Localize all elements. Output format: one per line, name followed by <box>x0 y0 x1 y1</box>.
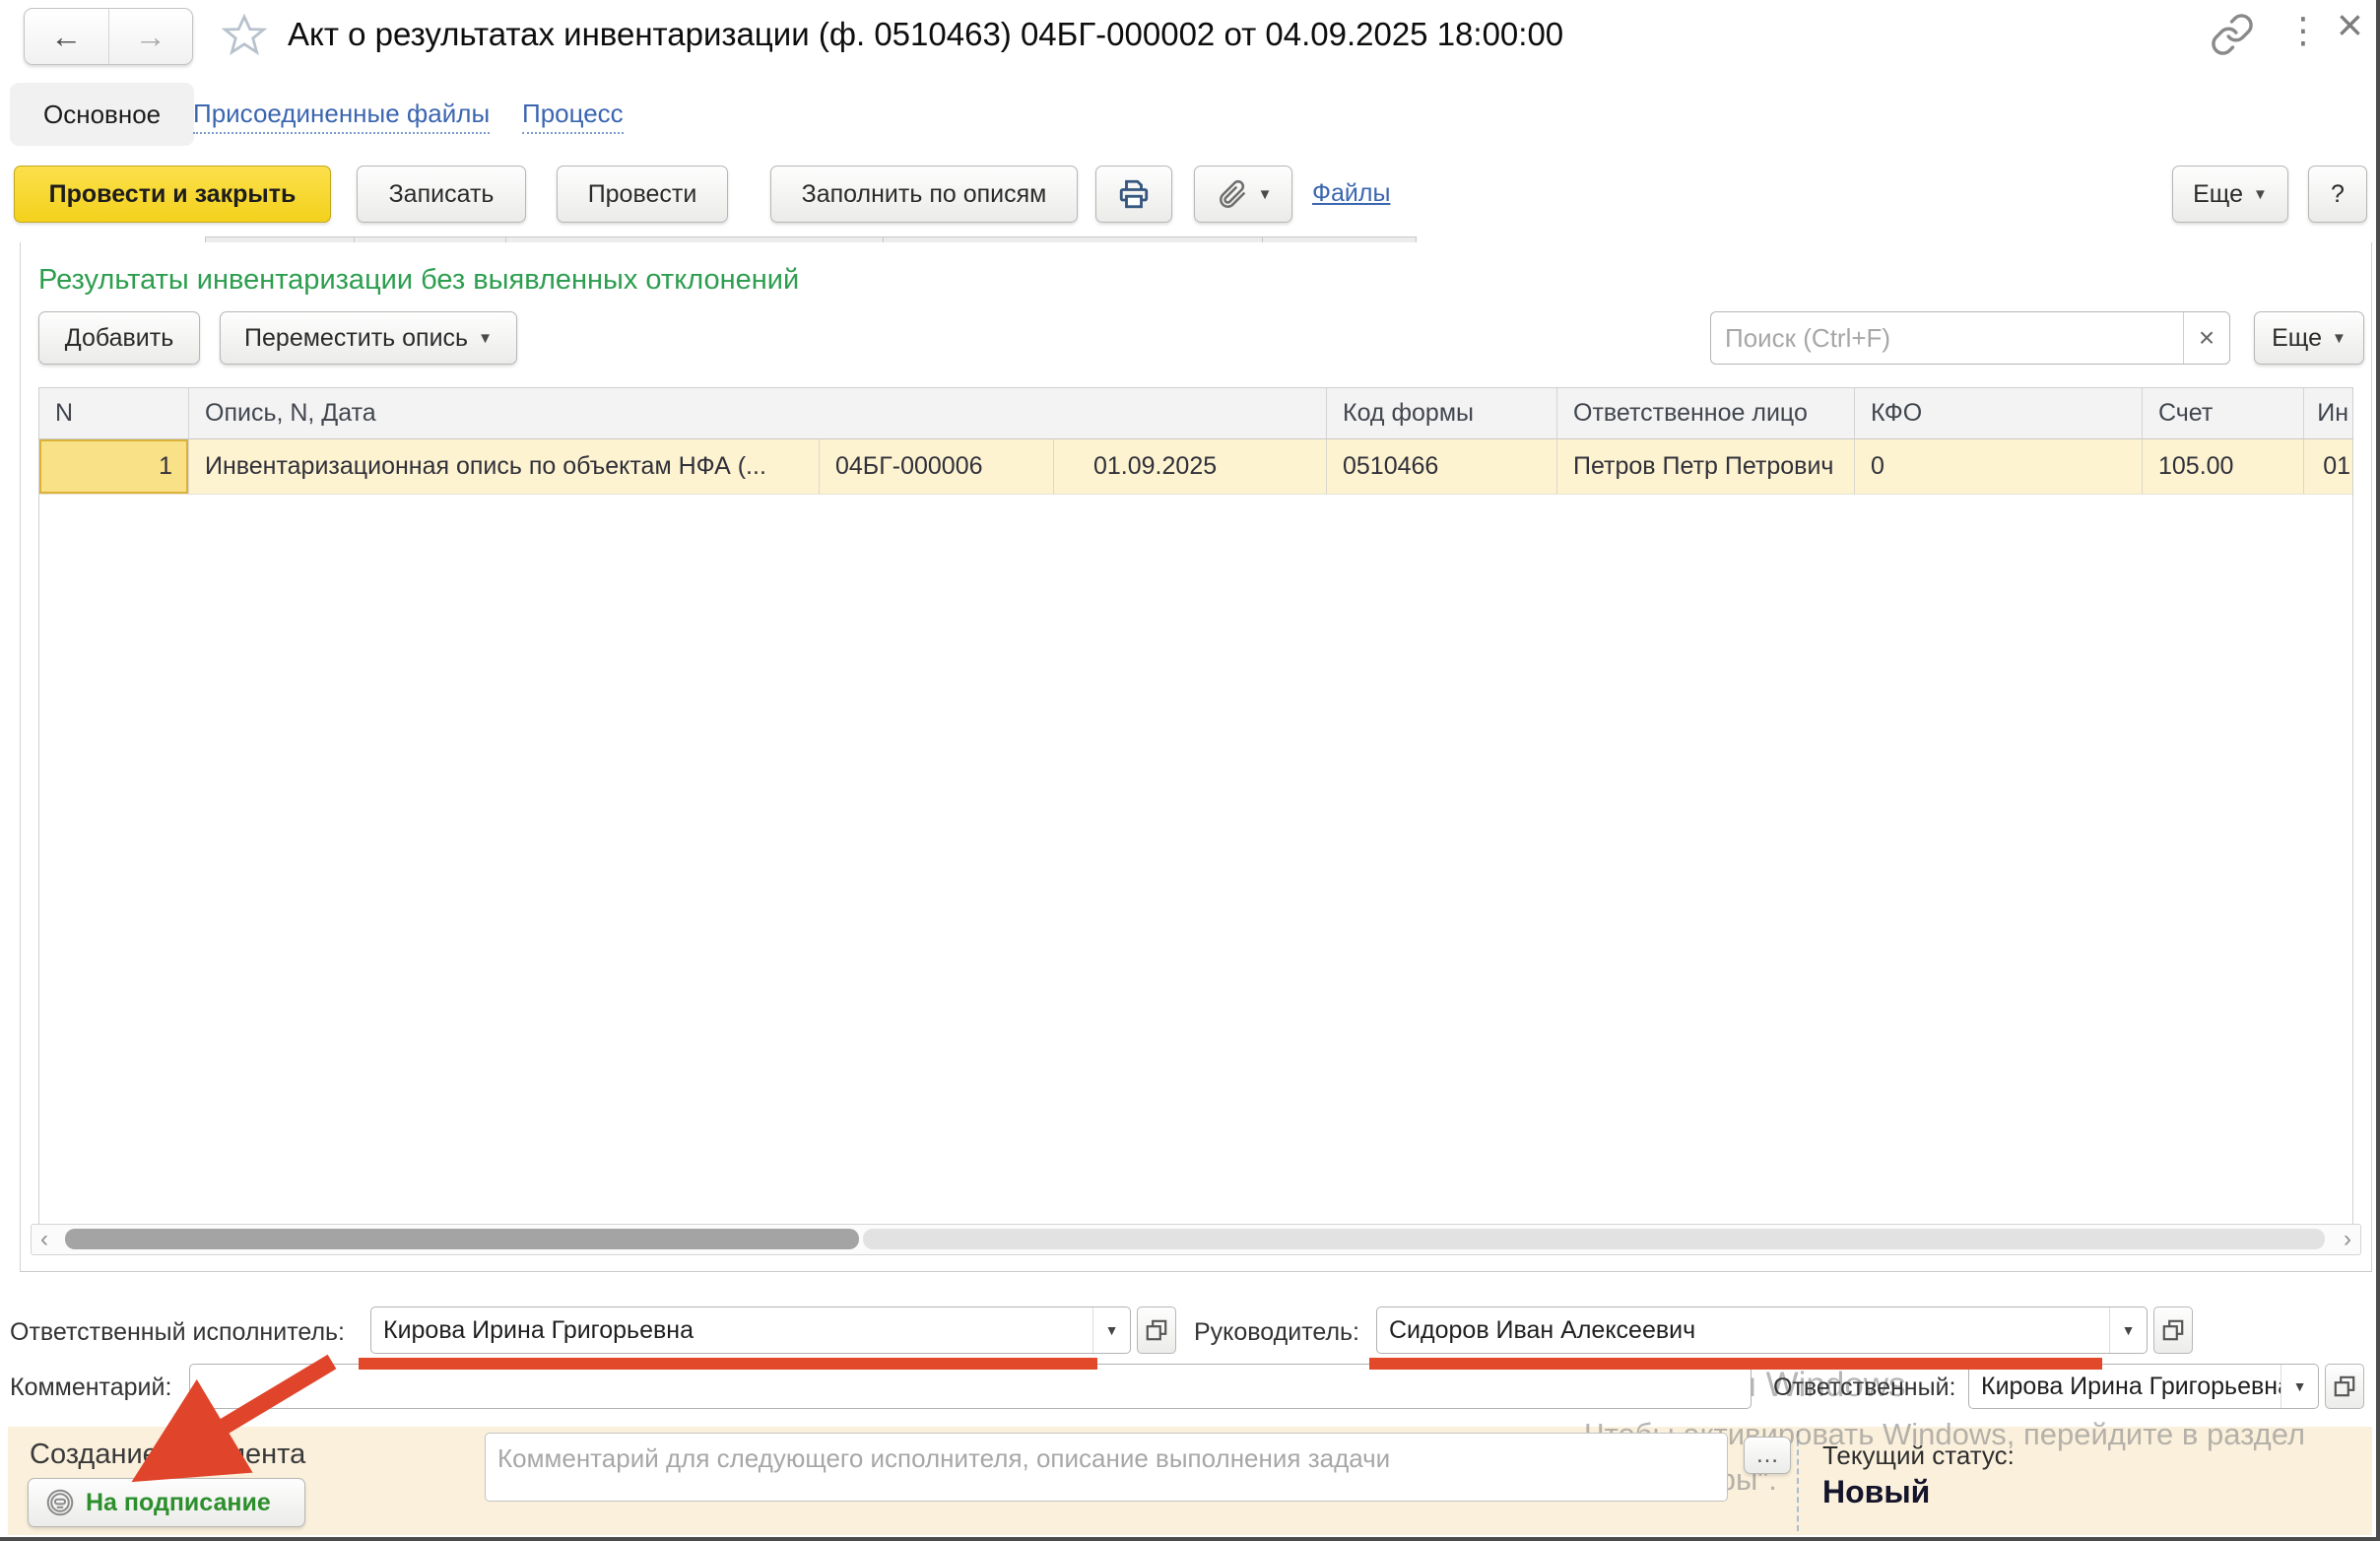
scrollbar-thumb[interactable] <box>65 1229 859 1249</box>
task-panel-divider <box>1797 1431 1799 1531</box>
page-title: Акт о результатах инвентаризации (ф. 051… <box>288 16 1563 53</box>
close-icon[interactable]: × <box>2337 2 2363 47</box>
responsible-field[interactable]: Кирова Ирина Григорьевна ▼ <box>1968 1364 2319 1409</box>
stamp-icon <box>44 1487 76 1518</box>
attach-dropdown-arrow: ▼ <box>1258 187 1273 202</box>
list-more-arrow: ▼ <box>2332 331 2347 346</box>
window-right-edge <box>2376 0 2380 1541</box>
manager-open-button[interactable] <box>2153 1306 2193 1354</box>
toolbar-more-button[interactable]: Еще ▼ <box>2172 166 2288 223</box>
col-header-inv: Ин <box>2304 388 2352 439</box>
help-button[interactable]: ? <box>2308 166 2367 223</box>
task-comment-textarea[interactable] <box>485 1433 1728 1502</box>
responsible-executor-open-button[interactable] <box>1137 1306 1176 1354</box>
move-inventory-button[interactable]: Переместить опись ▼ <box>220 311 517 365</box>
print-button[interactable] <box>1095 166 1172 223</box>
responsible-executor-field[interactable]: Кирова Ирина Григорьевна ▼ <box>370 1306 1131 1354</box>
responsible-open-button[interactable] <box>2325 1364 2364 1409</box>
cell-responsible[interactable]: Петров Петр Петрович <box>1557 439 1855 495</box>
current-status-value: Новый <box>1822 1474 1930 1510</box>
current-status-label: Текущий статус: <box>1822 1440 2015 1471</box>
col-header-form-code: Код формы <box>1327 388 1557 439</box>
responsible-executor-dropdown-arrow[interactable]: ▼ <box>1092 1307 1130 1353</box>
search-clear-icon[interactable]: × <box>2183 312 2229 364</box>
printer-icon <box>1116 176 1152 212</box>
post-button[interactable]: Провести <box>557 166 728 223</box>
cell-inventory-name[interactable]: Инвентаризационная опись по объектам НФА… <box>189 439 820 495</box>
tab-process[interactable]: Процесс <box>522 99 624 134</box>
document-window: ← → Акт о результатах инвентаризации (ф.… <box>0 0 2380 1541</box>
fill-from-inventories-button[interactable]: Заполнить по описям <box>770 166 1078 223</box>
annotation-arrow <box>84 1352 369 1519</box>
list-more-button[interactable]: Еще ▼ <box>2254 311 2364 365</box>
back-button[interactable]: ← <box>25 9 109 64</box>
col-header-kfo: КФО <box>1855 388 2143 439</box>
window-bottom-edge <box>0 1537 2380 1541</box>
paperclip-icon <box>1215 177 1248 211</box>
more-dropdown-arrow: ▼ <box>2253 187 2268 202</box>
get-link-icon[interactable] <box>2210 12 2257 59</box>
add-button[interactable]: Добавить <box>38 311 200 365</box>
manager-field[interactable]: Сидоров Иван Алексеевич ▼ <box>1376 1306 2148 1354</box>
manager-dropdown-arrow[interactable]: ▼ <box>2109 1307 2147 1353</box>
col-header-account: Счет <box>2143 388 2304 439</box>
files-link[interactable]: Файлы <box>1312 179 1390 208</box>
col-header-n: N <box>39 388 189 439</box>
tab-main[interactable]: Основное <box>10 83 194 146</box>
col-header-inventory: Опись, N, Дата <box>189 388 1327 439</box>
favorite-star-icon[interactable] <box>221 12 268 59</box>
scroll-left-icon[interactable]: ‹ <box>32 1225 57 1254</box>
horizontal-scrollbar[interactable]: ‹ › <box>31 1224 2361 1255</box>
back-icon: ← <box>50 19 82 55</box>
open-icon <box>2332 1374 2357 1399</box>
open-icon <box>1144 1317 1169 1343</box>
annotation-underline-manager <box>1369 1358 2102 1370</box>
section-title: Результаты инвентаризации без выявленных… <box>38 264 799 297</box>
search-box: × <box>1710 311 2230 365</box>
move-dropdown-arrow: ▼ <box>478 331 493 346</box>
cell-date[interactable]: 01.09.2025 <box>1054 439 1327 495</box>
responsible-label: Ответственный: <box>1773 1374 1956 1402</box>
manager-label: Руководитель: <box>1194 1318 1359 1347</box>
comment-field[interactable] <box>189 1364 1752 1409</box>
tab-attached-files[interactable]: Присоединенные файлы <box>193 99 490 134</box>
cell-n[interactable]: 1 <box>39 439 189 495</box>
col-header-responsible: Ответственное лицо <box>1557 388 1855 439</box>
inventory-table: N Опись, N, Дата Код формы Ответственное… <box>38 387 2353 1226</box>
responsible-executor-label: Ответственный исполнитель: <box>10 1318 345 1347</box>
forward-button[interactable]: → <box>109 9 193 64</box>
main-panel: Результаты инвентаризации без выявленных… <box>20 242 2372 1272</box>
kebab-menu-icon[interactable]: ⋮ <box>2285 10 2321 51</box>
responsible-dropdown-arrow[interactable]: ▼ <box>2281 1365 2318 1408</box>
save-button[interactable]: Записать <box>357 166 526 223</box>
annotation-underline-responsible-executor <box>359 1358 1097 1370</box>
search-input[interactable] <box>1711 312 2183 364</box>
comment-expand-button[interactable]: … <box>1744 1437 1791 1474</box>
forward-icon: → <box>135 19 166 55</box>
cell-number[interactable]: 04БГ-000006 <box>820 439 1054 495</box>
cell-account[interactable]: 105.00 <box>2143 439 2304 495</box>
scroll-right-icon[interactable]: › <box>2335 1225 2360 1254</box>
post-and-close-button[interactable]: Провести и закрыть <box>14 166 331 223</box>
cell-form-code[interactable]: 0510466 <box>1327 439 1557 495</box>
nav-buttons: ← → <box>24 8 193 65</box>
open-icon <box>2160 1317 2186 1343</box>
scrollbar-track[interactable] <box>863 1229 2325 1249</box>
table-row[interactable]: 1 Инвентаризационная опись по объектам Н… <box>39 439 2352 495</box>
table-header-row: N Опись, N, Дата Код формы Ответственное… <box>39 388 2352 439</box>
cell-kfo[interactable]: 0 <box>1855 439 2143 495</box>
cell-inv[interactable]: 01 <box>2304 439 2352 495</box>
attach-button[interactable]: ▼ <box>1194 166 1292 223</box>
